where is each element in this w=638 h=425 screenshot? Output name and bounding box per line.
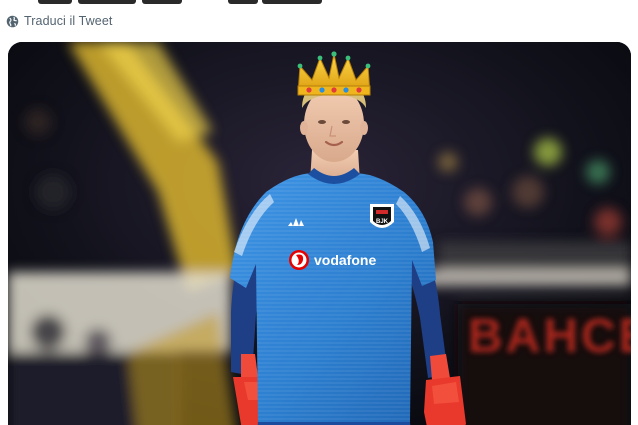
globe-icon xyxy=(6,15,19,27)
vodafone-sponsor: vodafone xyxy=(289,250,376,270)
tweet-screenshot: Traduci il Tweet BAHC BJK vodafone xyxy=(0,0,638,425)
stadium-banner: BAHCE xyxy=(468,310,631,363)
goalkeeper-jersey xyxy=(230,168,436,425)
club-crest: BJK xyxy=(370,204,394,228)
sponsor-text: vodafone xyxy=(314,252,376,268)
cropped-header-text xyxy=(0,0,638,6)
stadium-banner-text: BAHCE xyxy=(468,310,631,363)
tweet-photo[interactable]: BAHCE xyxy=(8,42,631,425)
translate-tweet[interactable]: Traduci il Tweet xyxy=(6,12,112,30)
crest-letters: BJK xyxy=(376,219,389,225)
translate-tweet-link[interactable]: Traduci il Tweet xyxy=(24,14,112,28)
goalkeeper-photo: BAHCE xyxy=(8,42,631,425)
